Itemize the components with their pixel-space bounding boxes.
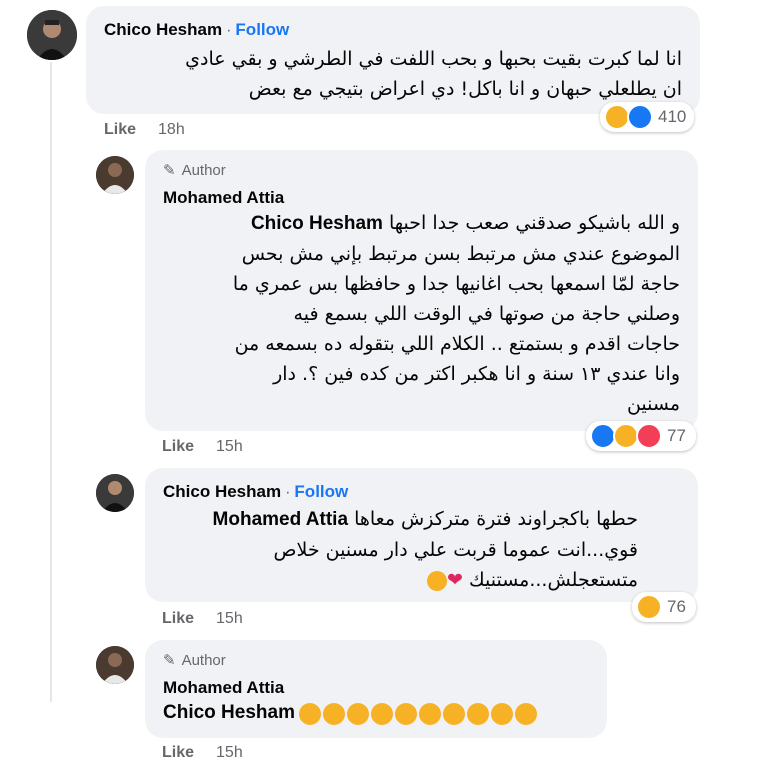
reply-text-line: حاجات اقدم و بستمتع .. الكلام اللي بتقول… [234, 333, 680, 355]
laughing-emoji-icon [515, 702, 538, 725]
avatar-mohamed-attia[interactable] [96, 646, 134, 684]
avatar-mohamed-attia[interactable] [96, 156, 134, 194]
comment-text-line: ان يطلعلي حبهان و انا باكل! دي اعراض بتي… [248, 78, 682, 100]
reply-bubble: ✎ Author Mohamed Attia و الله باشيكو صدق… [145, 150, 698, 431]
reply-text-line: وانا عندي ١٣ سنة و انا هكبر اكتر من كده … [273, 363, 680, 385]
comment-actions: Like 15h [162, 438, 243, 456]
thread-line [50, 703, 90, 705]
reply-text-line: الموضوع عندي مش مرتبط بسن مرتبط بإني مش … [241, 243, 680, 265]
avatar-chico-hesham[interactable] [27, 10, 77, 60]
like-button[interactable]: Like [162, 744, 194, 762]
like-button[interactable]: Like [162, 610, 194, 628]
reply-bubble: Chico Hesham · Follow حطها باكجراوند فترة … [145, 468, 698, 602]
reaction-count: 77 [667, 426, 686, 445]
laughing-emoji-icon [299, 702, 322, 725]
comment-text: انا لما كبرت بقيت بحبها و بحب اللفت في ا… [92, 44, 682, 104]
reply-text-line-1: و الله باشيكو صدقني صعب جدا احبها [388, 212, 680, 234]
comment-text-line: انا لما كبرت بقيت بحبها و بحب اللفت في ا… [185, 48, 682, 70]
follow-button[interactable]: Follow [235, 20, 289, 39]
heart-emoji-icon: ❤ [447, 569, 463, 591]
laughing-emoji-icon [443, 702, 466, 725]
like-reaction-icon [627, 104, 653, 130]
reply-text: حطها باكجراوند فترة متركزش معاها Mohamed… [158, 504, 638, 595]
timestamp[interactable]: 15h [216, 610, 243, 628]
separator-dot: · [226, 22, 232, 39]
reply-text-line: قوي...انت عموما قربت علي دار مسنين خلاص [273, 539, 638, 561]
timestamp[interactable]: 15h [216, 744, 243, 762]
reply-text-line-3: متستعجلش...مستنيك [469, 569, 638, 591]
reaction-count: 410 [658, 107, 687, 126]
mention-tag[interactable]: Mohamed Attia [213, 509, 348, 530]
thread-line [50, 62, 52, 702]
like-button[interactable]: Like [104, 121, 136, 139]
comment-header: Chico Hesham · Follow [163, 482, 348, 502]
comment-bubble: Chico Hesham · Follow انا لما كبرت بقيت بح… [86, 6, 700, 114]
comment-actions: Like 15h [162, 744, 243, 762]
mention-tag[interactable]: Chico Hesham [251, 213, 383, 234]
reply-text-line: حطها باكجراوند فترة متركزش معاها Mohamed… [158, 504, 638, 535]
laughing-emoji-icon [419, 702, 442, 725]
reply-bubble: ✎ Author Mohamed Attia Chico Hesham [145, 640, 607, 738]
laughing-emoji-icon [347, 702, 370, 725]
laughing-emoji-icon [491, 702, 514, 725]
reply-text-line: و الله باشيكو صدقني صعب جدا احبها Chico … [160, 208, 680, 239]
timestamp[interactable]: 18h [158, 121, 185, 139]
comment-actions: Like 15h [162, 610, 243, 628]
reply-text-line: وصلني حاجة من صوتها في الوقت اللي بسمع ف… [293, 303, 680, 325]
pencil-icon: ✎ [163, 652, 176, 669]
author-badge-label: Author [181, 161, 226, 179]
laughing-emoji-icon [467, 702, 490, 725]
avatar-chico-hesham[interactable] [96, 474, 134, 512]
author-name[interactable]: Chico Hesham [104, 20, 222, 39]
laughing-emoji-icon [395, 702, 418, 725]
haha-reaction-icon [636, 594, 662, 620]
love-reaction-icon [636, 423, 662, 449]
pencil-icon: ✎ [163, 162, 176, 179]
author-name[interactable]: Mohamed Attia [163, 188, 284, 208]
reply-text: Chico Hesham [163, 702, 538, 725]
reply-text-line: حاجة لمّا اسمعها بحب اغانيها جدا و حافظه… [232, 273, 680, 295]
author-badge: ✎ Author [163, 651, 226, 670]
author-badge-label: Author [181, 651, 226, 669]
laughing-emoji-icon [371, 702, 394, 725]
laughing-emoji-icon [323, 702, 346, 725]
reply-text-line: متستعجلش...مستنيك ❤ [158, 565, 638, 595]
mention-tag[interactable]: Chico Hesham [163, 702, 295, 723]
reactions-summary[interactable]: 76 [632, 592, 696, 622]
author-badge: ✎ Author [163, 161, 226, 180]
comment-header: Chico Hesham · Follow [104, 20, 289, 40]
like-button[interactable]: Like [162, 438, 194, 456]
reaction-count: 76 [667, 597, 686, 616]
reply-text-line-1: حطها باكجراوند فترة متركزش معاها [354, 508, 638, 530]
reply-text-line: مسنين [626, 393, 680, 415]
reply-text: و الله باشيكو صدقني صعب جدا احبها Chico … [160, 208, 680, 419]
follow-button[interactable]: Follow [294, 482, 348, 501]
laughing-emoji-row [299, 702, 538, 725]
reactions-summary[interactable]: 77 [586, 421, 696, 451]
timestamp[interactable]: 15h [216, 438, 243, 456]
author-name[interactable]: Chico Hesham [163, 482, 281, 501]
separator-dot: · [285, 484, 291, 501]
reactions-summary[interactable]: 410 [600, 102, 694, 132]
comment-actions: Like 18h [104, 121, 185, 139]
author-name[interactable]: Mohamed Attia [163, 678, 284, 698]
heart-eyes-emoji-icon [427, 570, 448, 591]
